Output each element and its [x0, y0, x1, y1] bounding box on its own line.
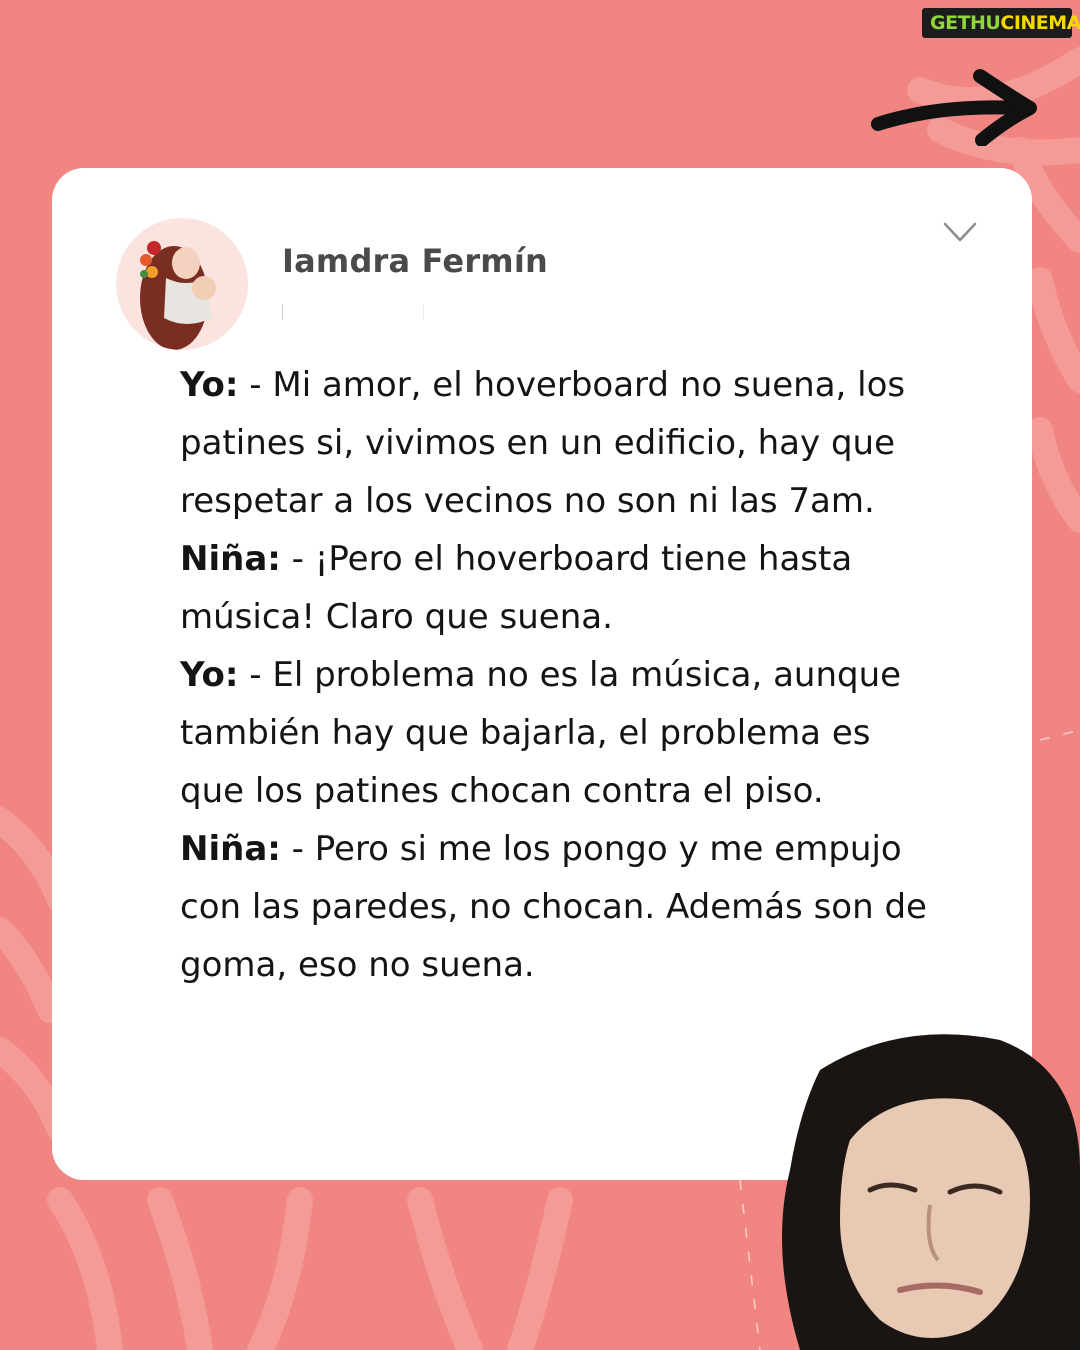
dialogue-line: Yo: - Mi amor, el hoverboard no suena, l… — [180, 356, 940, 530]
author-name[interactable]: Iamdra Fermín — [282, 242, 548, 280]
dialogue-line: Niña: - Pero si me los pongo y me empujo… — [180, 820, 940, 994]
watermark-part-2: CINEMA — [1000, 12, 1080, 34]
dialogue-text: - ¡Pero el hoverboard tiene hasta música… — [180, 539, 853, 637]
avatar-illustration — [140, 241, 216, 350]
dialogue-text: - Pero si me los pongo y me empujo con l… — [180, 829, 927, 985]
gethucinema-watermark: GETHU CINEMA — [922, 8, 1080, 38]
speaker-label: Yo: — [180, 655, 239, 695]
dialogue-text: - El problema no es la música, aunque ta… — [180, 655, 902, 811]
author-handle — [282, 304, 424, 320]
speaker-label: Niña: — [180, 829, 281, 869]
chevron-down-icon[interactable] — [942, 218, 978, 246]
arrow-right-icon[interactable] — [870, 66, 1040, 146]
avatar[interactable] — [116, 218, 248, 350]
dialogue-text: - Mi amor, el hoverboard no suena, los p… — [180, 365, 906, 521]
tweet-text: Yo: - Mi amor, el hoverboard no suena, l… — [180, 356, 940, 994]
speaker-label: Yo: — [180, 365, 239, 405]
speaker-label: Niña: — [180, 539, 281, 579]
dialogue-line: Yo: - El problema no es la música, aunqu… — [180, 646, 940, 820]
tweet-card: Iamdra Fermín Yo: - Mi amor, el hoverboa… — [52, 168, 1032, 1180]
watermark-part-1: GETHU — [930, 12, 1001, 34]
dialogue-line: Niña: - ¡Pero el hoverboard tiene hasta … — [180, 530, 940, 646]
reaction-face-image — [782, 1034, 1080, 1350]
